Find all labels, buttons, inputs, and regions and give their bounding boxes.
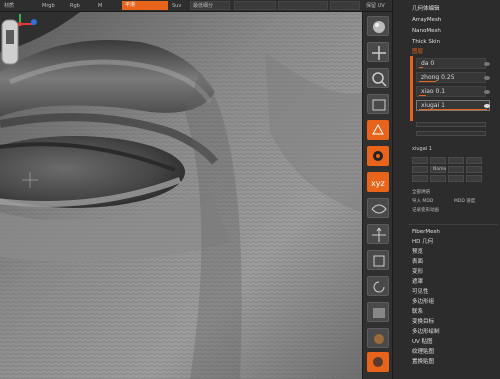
layer-strength-bar [419, 81, 436, 82]
toolbar-item-mrgb[interactable]: Mrgb [42, 1, 55, 11]
scroll-icon[interactable] [367, 42, 389, 62]
layer-row-zhong[interactable]: zhong 0.25 [416, 72, 486, 83]
menu-polypaint[interactable]: 多边形绘制 [412, 328, 440, 336]
layer-name-field[interactable]: xiugai 1 [412, 146, 432, 153]
move-icon[interactable] [367, 224, 389, 244]
sphere-material-icon[interactable] [367, 16, 389, 36]
layers-active-strip [410, 56, 413, 121]
menu-texture-map[interactable]: 纹理贴图 [412, 348, 434, 356]
layer-visibility-icon[interactable] [484, 76, 490, 80]
view-controls-column: xyz [362, 12, 392, 379]
layer-merge-button[interactable] [448, 166, 464, 173]
menu-displacement-map[interactable]: 置换贴图 [412, 358, 434, 366]
layer-slider-b[interactable] [416, 131, 486, 136]
thick-skin-item[interactable]: Thick Skin [412, 38, 440, 46]
layer-split-button[interactable] [448, 157, 464, 164]
scale-icon[interactable] [367, 250, 389, 270]
layer-row-xiao[interactable]: xiao 0.1 [416, 86, 486, 97]
layer-bake-button[interactable] [466, 166, 482, 173]
tool-panel [392, 0, 500, 379]
layer-up-button[interactable] [412, 166, 428, 173]
menu-deformation[interactable]: 变形 [412, 268, 423, 276]
arraymesh-item[interactable]: ArrayMesh [412, 16, 441, 24]
layer-row-xiugai[interactable]: xiugai 1 [416, 100, 490, 111]
menu-hd-geometry[interactable]: HD 几何 [412, 238, 433, 246]
toolbar-item-material[interactable]: 材质 [4, 1, 14, 11]
persp-icon[interactable] [367, 120, 389, 140]
keep-uv-toggle[interactable]: 保留 UV [366, 1, 385, 11]
toolbar-box-3[interactable] [278, 1, 328, 10]
layer-visibility-icon[interactable] [484, 62, 490, 66]
menu-preview[interactable]: 预览 [412, 248, 423, 256]
layers-section-label[interactable]: 图层 [412, 48, 423, 56]
layer-row-da[interactable]: da 0 [416, 58, 486, 69]
toolbar-box-4[interactable] [330, 1, 360, 10]
line-fill-icon[interactable] [367, 302, 389, 322]
layer-delete-button[interactable] [466, 157, 482, 164]
lowest-subdiv-button[interactable]: 最低细分 [190, 1, 230, 10]
nanomesh-item[interactable]: NanoMesh [412, 27, 441, 35]
layer-dup-button[interactable] [430, 157, 446, 164]
menu-visibility[interactable]: 可见性 [412, 288, 429, 296]
layer-strength-bar [419, 95, 426, 96]
geometry-edit-item[interactable]: 几何体编辑 [412, 5, 440, 13]
frame-icon[interactable] [367, 198, 389, 218]
layer-opt2-button[interactable] [466, 175, 482, 182]
toolbar-item-rgb[interactable]: Rgb [70, 1, 80, 11]
layer-slider-a[interactable] [416, 122, 486, 127]
sculpt-render [0, 12, 362, 379]
zoom-icon[interactable] [367, 68, 389, 88]
panel-divider [408, 224, 498, 225]
layer-rename-button[interactable]: Name [430, 166, 446, 173]
mdd-speed-slider[interactable]: MDD 速度 [454, 198, 475, 205]
rotate-icon[interactable] [367, 276, 389, 296]
toolbar-box-2[interactable] [234, 1, 276, 10]
layer-record-button[interactable] [430, 175, 446, 182]
layer-visibility-icon[interactable] [484, 90, 490, 94]
menu-surface[interactable]: 表面 [412, 258, 423, 266]
bake-all-button[interactable]: 全部烘焙 [412, 189, 430, 196]
sculpt-viewport[interactable] [0, 12, 362, 379]
toolbar-item-m[interactable]: M [98, 1, 102, 11]
menu-fibermesh[interactable]: FiberMesh [412, 228, 440, 236]
menu-polygroups[interactable]: 多边形组 [412, 298, 434, 306]
actual-size-icon[interactable] [367, 94, 389, 114]
solo-icon[interactable] [367, 352, 389, 372]
transp-icon[interactable] [367, 328, 389, 348]
orientation-gizmo-icon[interactable] [0, 12, 40, 82]
suv-toggle[interactable]: Suv [172, 1, 181, 11]
layer-strength-bar [419, 109, 487, 110]
record-deform-anim[interactable]: 记录变形动画 [412, 207, 439, 214]
layer-strength-bar [419, 67, 423, 68]
menu-masking[interactable]: 遮罩 [412, 278, 423, 286]
layer-new-button[interactable] [412, 157, 428, 164]
menu-morph-target[interactable]: 变换目标 [412, 318, 434, 326]
floor-icon[interactable] [367, 146, 389, 166]
layer-visibility-icon[interactable] [484, 104, 490, 108]
menu-contact[interactable]: 联系 [412, 308, 423, 316]
smooth-button[interactable]: 平滑 [122, 1, 168, 10]
rename-label: Name [433, 167, 447, 172]
local-symmetry-icon[interactable]: xyz [367, 172, 389, 192]
import-mdd-button[interactable]: 导入 MDD [412, 198, 433, 205]
layer-down-button[interactable] [412, 175, 428, 182]
layer-opt-button[interactable] [448, 175, 464, 182]
svg-text:xyz: xyz [371, 179, 385, 188]
menu-uv-map[interactable]: UV 贴图 [412, 338, 433, 346]
